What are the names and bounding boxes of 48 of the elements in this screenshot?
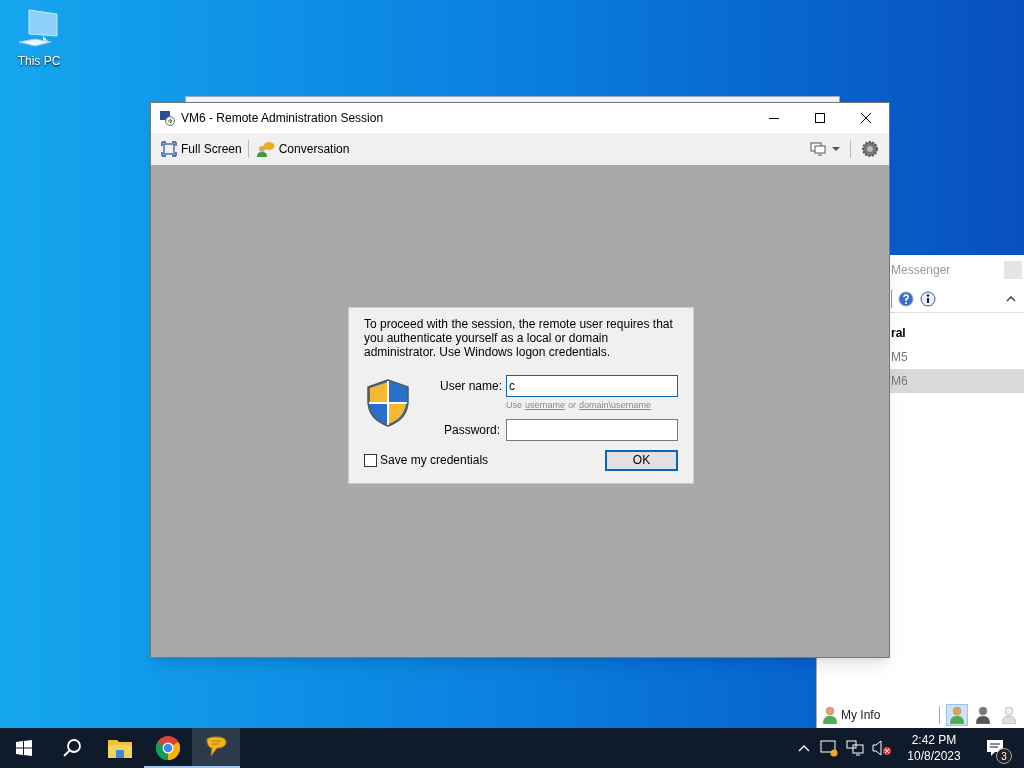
help-icon[interactable] <box>898 290 914 307</box>
window-title: VM6 - Remote Administration Session <box>181 110 385 127</box>
username-field[interactable]: c <box>506 375 678 397</box>
save-credentials-checkbox[interactable]: Save my credentials <box>364 451 489 469</box>
folder-icon <box>108 738 132 758</box>
windows-icon <box>16 740 32 756</box>
toolbar-button[interactable]: Conversation <box>256 140 350 158</box>
clock[interactable]: 2:42 PM 10/8/2023 <box>896 732 972 764</box>
monitor-icon[interactable] <box>810 142 826 156</box>
clock-time: 2:42 PM <box>911 732 957 748</box>
fullscreen-icon <box>161 141 177 157</box>
ok-button[interactable]: OK <box>605 449 678 471</box>
toolbar-button[interactable]: Full Screen <box>161 140 242 158</box>
collapse-icon[interactable] <box>1006 295 1016 302</box>
gear-icon[interactable] <box>861 140 879 158</box>
minimize-icon <box>769 117 779 119</box>
password-field[interactable] <box>506 418 678 441</box>
chevron-up-icon[interactable] <box>798 744 810 752</box>
field-label: User name: <box>440 378 500 395</box>
person-icon <box>950 706 964 724</box>
person-icon <box>1002 706 1016 724</box>
close-icon <box>861 113 871 123</box>
clock-date: 10/8/2023 <box>907 748 961 764</box>
window-title: Messenger <box>891 262 952 279</box>
caret-icon[interactable] <box>832 147 840 151</box>
person-icon <box>823 706 837 724</box>
dialog-message: To proceed with the session, the remote user requires that you authenticate yourself as a local or domain administrator. Use Windows logon credentials. <box>364 317 674 359</box>
contact-item[interactable]: M5 <box>890 345 1024 369</box>
chat-user-icon <box>256 141 275 157</box>
info-icon[interactable] <box>920 290 936 307</box>
computer-icon[interactable] <box>17 8 61 50</box>
remote-tray-icon[interactable] <box>820 739 838 757</box>
remote-computer-icon <box>159 110 175 126</box>
network-icon[interactable] <box>846 740 864 756</box>
hint-label: Use <box>506 399 522 412</box>
notification-count: 3 <box>996 748 1012 764</box>
shield-icon <box>366 379 410 427</box>
chrome-icon <box>156 736 180 760</box>
search-icon <box>62 738 82 758</box>
maximize-icon <box>815 113 825 123</box>
muted-speaker-icon[interactable] <box>872 740 892 756</box>
icon-label: This PC <box>17 53 61 70</box>
hint-label: or <box>568 399 577 412</box>
group-header[interactable]: ral <box>890 321 1024 345</box>
my-info-label[interactable]: My Info <box>841 706 881 724</box>
taskbar-app[interactable] <box>192 728 240 768</box>
person-icon <box>976 706 990 724</box>
field-label: Password: <box>442 421 500 439</box>
